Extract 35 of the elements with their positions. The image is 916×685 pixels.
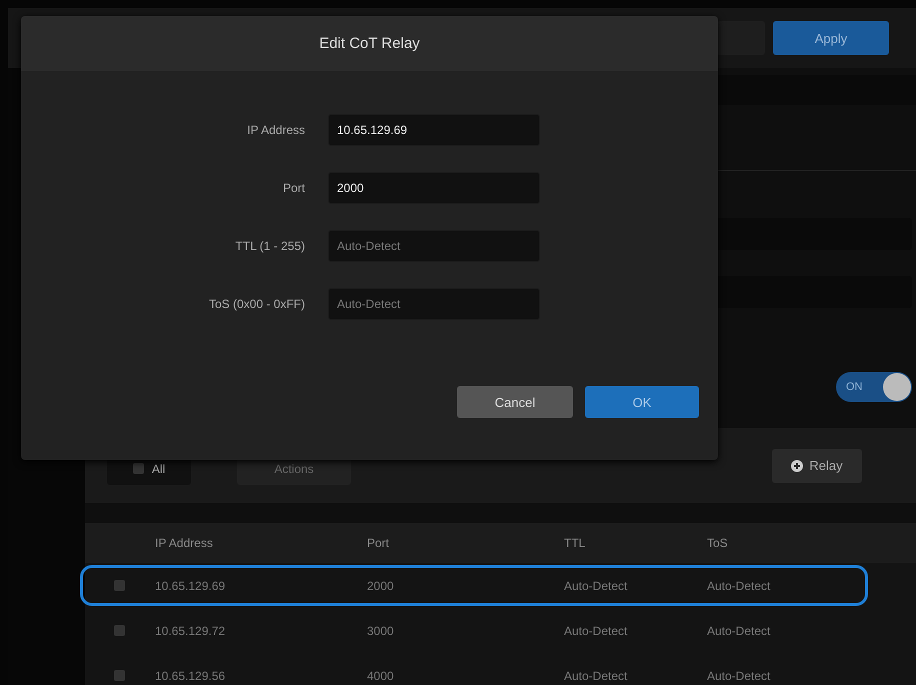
add-relay-button[interactable]: Relay [772,448,862,482]
input-field[interactable]: 2000 [328,172,540,204]
input-field[interactable]: 10.65.129.69 [328,114,540,146]
row-checkbox[interactable] [114,670,124,681]
table-cell-text: Auto-Detect [707,578,772,592]
table-cell-text: 10.65.129.56 [155,668,226,682]
field-label: TTL (1 - 255) [234,239,305,253]
input-field[interactable]: Auto-Detect [328,288,540,320]
table-cell-text: 2000 [367,578,395,592]
row-checkbox[interactable] [114,580,124,591]
table-cell-text: Auto-Detect [564,624,628,638]
table-cell-text: 10.65.129.72 [155,624,226,638]
table-cell-text: 4000 [367,668,395,682]
table-cell-text: 3000 [367,624,395,638]
table-cell-text: Auto-Detect [707,668,772,682]
column-header: IP Address [155,536,214,550]
field-label: Port [282,181,305,195]
field-label: IP Address [246,123,305,137]
column-header: ToS [707,536,729,550]
apply-button[interactable]: Apply [773,21,889,55]
table-cell-text: Auto-Detect [564,668,628,682]
toolbar-button[interactable] [717,21,765,55]
table-cell-text: Auto-Detect [707,624,772,638]
plus-icon [791,460,804,472]
dialog-title: Edit CoT Relay [21,16,718,71]
table-cell-text: Auto-Detect [564,578,628,592]
row-checkbox[interactable] [114,625,124,636]
toggle-switch[interactable]: ON [836,372,912,402]
column-header: TTL [564,536,586,550]
input-field[interactable]: Auto-Detect [328,230,540,262]
cancel-button[interactable]: Cancel [457,386,573,418]
ok-button[interactable]: OK [585,386,699,418]
field-label: ToS (0x00 - 0xFF) [208,297,305,311]
table-cell-text: 10.65.129.69 [155,578,226,592]
column-header: Port [367,536,390,550]
